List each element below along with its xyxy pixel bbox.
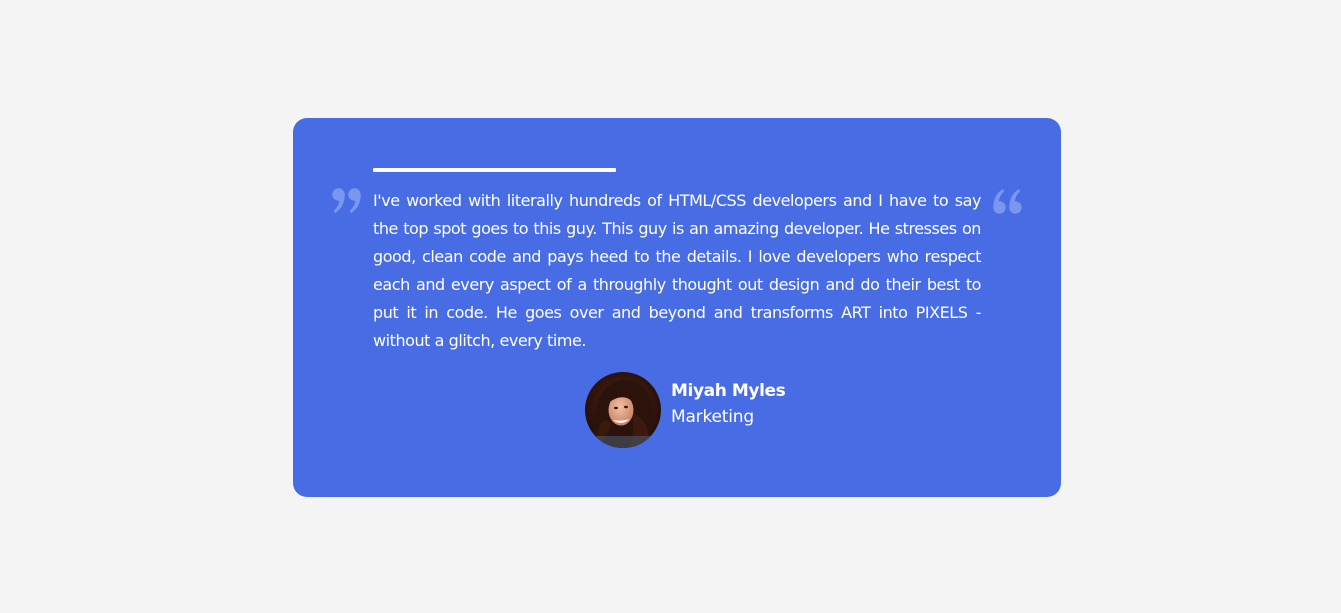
author: Miyah Myles Marketing (585, 372, 786, 448)
avatar (585, 372, 661, 448)
author-role: Marketing (671, 407, 754, 427)
author-name: Miyah Myles (671, 381, 786, 401)
author-info: Miyah Myles Marketing (671, 379, 786, 431)
progress-bar-fill (373, 168, 617, 172)
progress-bar (373, 168, 981, 172)
testimonial-card: I've worked with literally hundreds of H… (293, 118, 1061, 497)
quote-right-icon (993, 189, 1022, 214)
quote-left-icon (332, 188, 361, 213)
avatar-photo (585, 372, 661, 448)
testimonial-quote: I've worked with literally hundreds of H… (373, 191, 981, 350)
